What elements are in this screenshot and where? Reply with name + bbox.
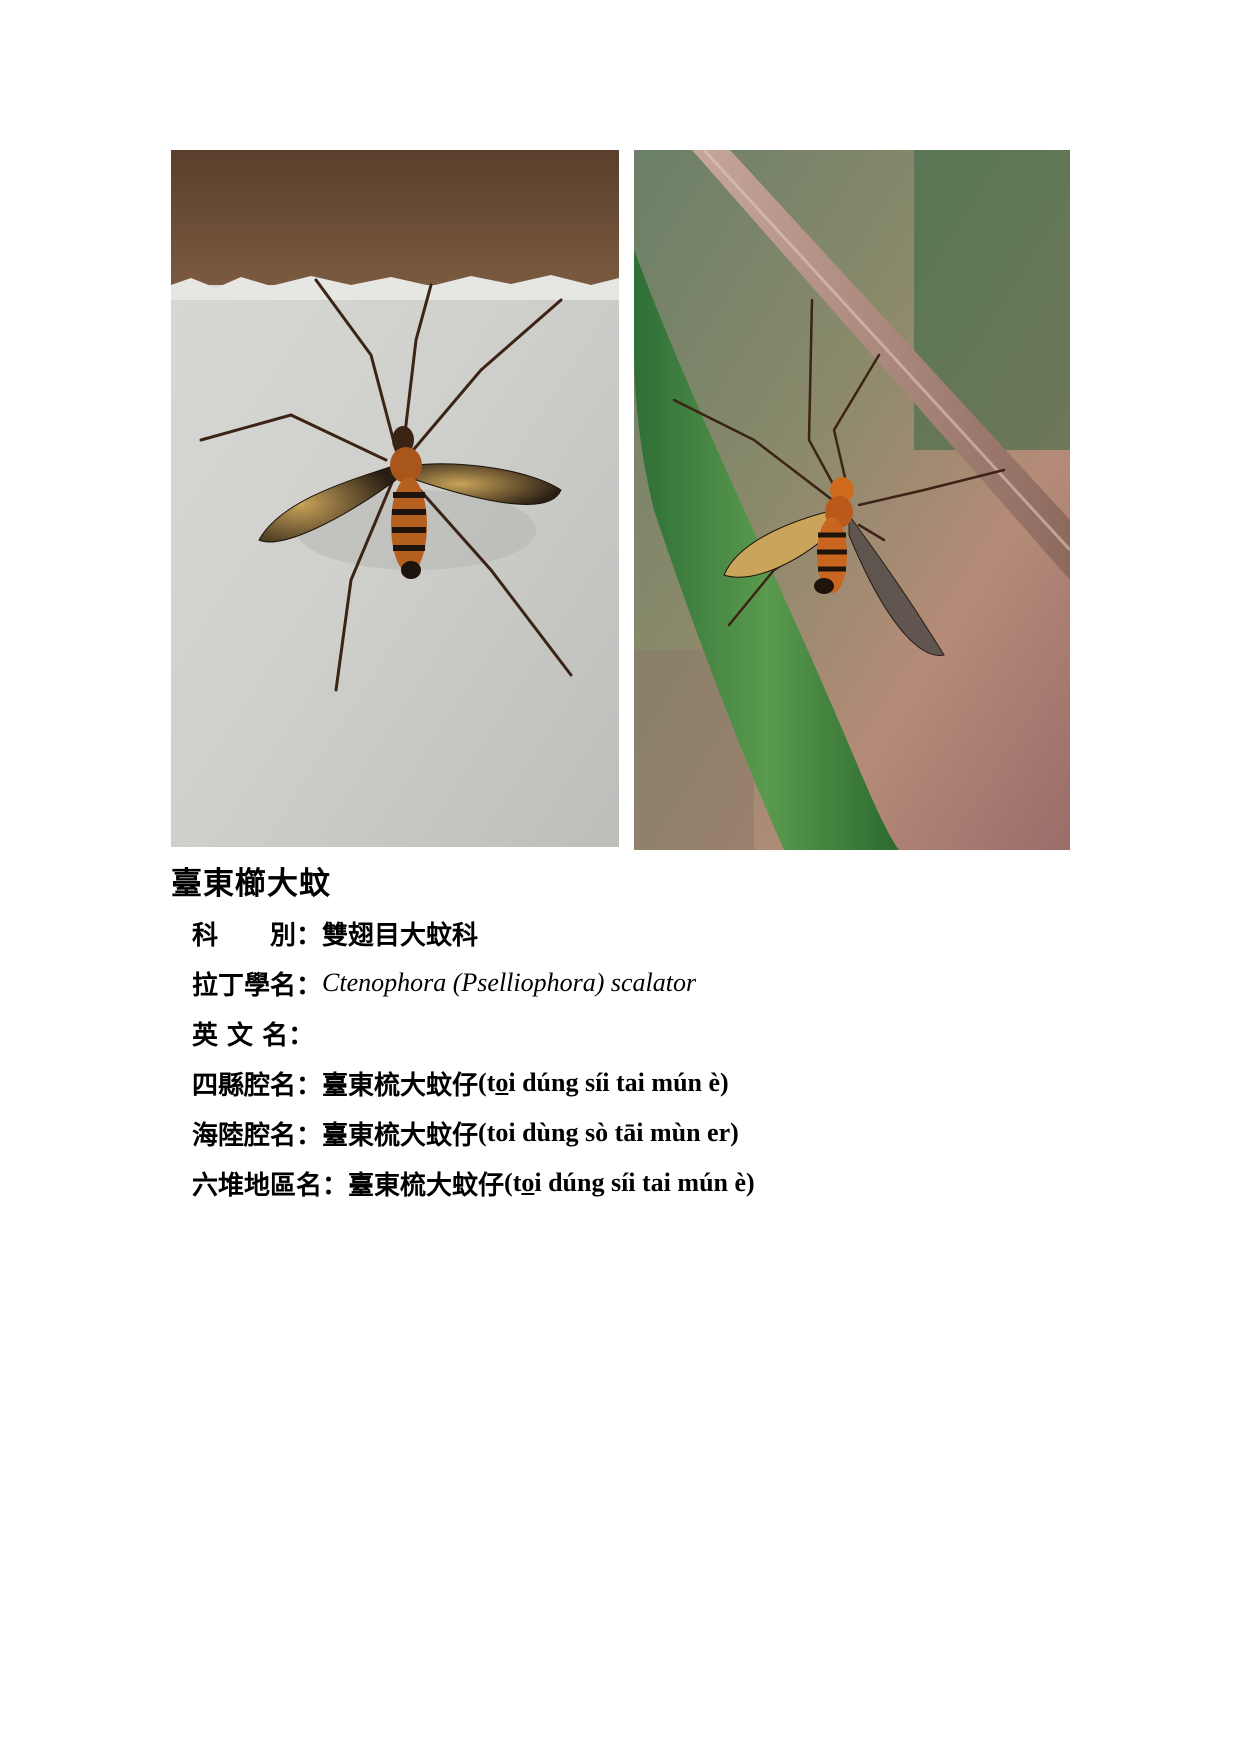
liudui-rom-part1: (t — [504, 1168, 522, 1197]
field-family: 科 別： 雙翅目大蚊科 — [192, 908, 755, 958]
hailu-name-romanization: (toi dùng sò tāi mùn er) — [478, 1118, 739, 1147]
field-liudui-name: 六堆地區名： 臺東梳大蚊仔 (toi dúng síi tai mún è) — [192, 1158, 755, 1208]
liudui-name-romanization: (toi dúng síi tai mún è) — [504, 1168, 755, 1198]
english-name-label: 英 文 名： — [192, 1020, 315, 1051]
liudui-rom-underlined: o — [521, 1168, 535, 1197]
sixian-name-romanization: (toi dúng síi tai mún è) — [478, 1068, 729, 1098]
hailu-name-chinese: 臺東梳大蚊仔 — [322, 1120, 479, 1151]
species-fields: 科 別： 雙翅目大蚊科 拉丁學名： Ctenophora (Pselliopho… — [192, 908, 755, 1208]
field-latin-name: 拉丁學名： Ctenophora (Pselliophora) scalator — [192, 958, 755, 1008]
field-hailu-name: 海陸腔名： 臺東梳大蚊仔 (toi dùng sò tāi mùn er) — [192, 1108, 755, 1158]
field-sixian-name: 四縣腔名： 臺東梳大蚊仔 (toi dúng síi tai mún è) — [192, 1058, 755, 1108]
liudui-rom-part2: i dúng síi tai mún è) — [534, 1168, 755, 1197]
hailu-name-label: 海陸腔名： — [192, 1120, 323, 1151]
sixian-rom-underlined: o — [495, 1068, 509, 1097]
latin-name-label: 拉丁學名： — [192, 970, 323, 1001]
sixian-rom-part2: i dúng síi tai mún è) — [508, 1068, 729, 1097]
field-english-name: 英 文 名： — [192, 1008, 755, 1058]
family-label: 科 別： — [192, 920, 323, 951]
photo-crane-fly-wall — [171, 150, 619, 847]
liudui-name-label: 六堆地區名： — [192, 1170, 349, 1201]
latin-name-value: Ctenophora (Pselliophora) scalator — [322, 968, 697, 997]
liudui-name-chinese: 臺東梳大蚊仔 — [348, 1170, 505, 1201]
crane-fly-twig-image — [634, 150, 1070, 850]
sixian-name-label: 四縣腔名： — [192, 1070, 323, 1101]
crane-fly-wall-image — [171, 150, 619, 847]
family-value: 雙翅目大蚊科 — [322, 920, 479, 951]
sixian-name-chinese: 臺東梳大蚊仔 — [322, 1070, 479, 1101]
photo-crane-fly-twig — [634, 150, 1070, 850]
species-title: 臺東櫛大蚊 — [171, 866, 331, 902]
sixian-rom-part1: (t — [478, 1068, 496, 1097]
